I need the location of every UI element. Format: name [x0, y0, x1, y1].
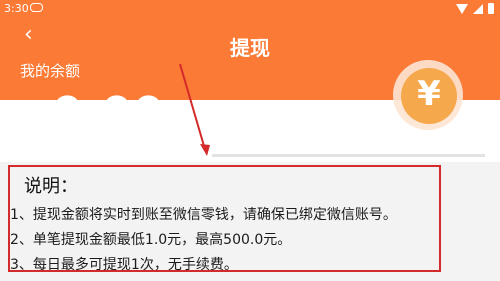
notes-title: 说明：	[24, 176, 78, 197]
note-item: 1、提现金额将实时到账至微信零钱，请确保已绑定微信账号。	[10, 207, 397, 223]
note-item: 3、每日最多可提现1次，无手续费。	[10, 257, 238, 273]
note-item: 2、单笔提现金额最低1.0元，最高500.0元。	[10, 232, 292, 248]
